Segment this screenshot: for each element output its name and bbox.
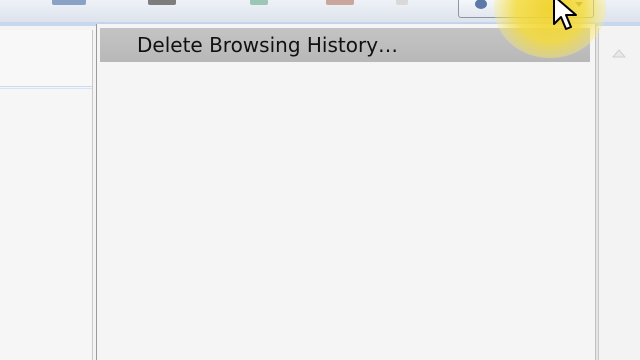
feeds-icon[interactable] xyxy=(52,0,86,5)
scroll-up-icon[interactable] xyxy=(609,44,629,64)
tools-button[interactable] xyxy=(458,0,594,18)
menu-item-label: Delete Browsing History… xyxy=(137,33,399,57)
chevron-down-icon xyxy=(575,2,583,7)
pane-row xyxy=(0,30,92,87)
favorites-pane xyxy=(0,30,93,360)
safety-icon[interactable] xyxy=(326,0,354,5)
browser-window: Delete Browsing History… xyxy=(0,0,640,360)
help-icon[interactable] xyxy=(396,0,408,5)
print-icon[interactable] xyxy=(148,0,176,5)
tools-dropdown-menu: Delete Browsing History… xyxy=(96,24,596,360)
command-bar xyxy=(0,0,640,23)
pane-divider xyxy=(0,88,92,89)
gear-icon xyxy=(475,0,487,9)
page-icon[interactable] xyxy=(250,0,268,5)
vertical-scrollbar[interactable] xyxy=(598,28,640,360)
menu-item-delete-browsing-history[interactable]: Delete Browsing History… xyxy=(100,28,590,62)
